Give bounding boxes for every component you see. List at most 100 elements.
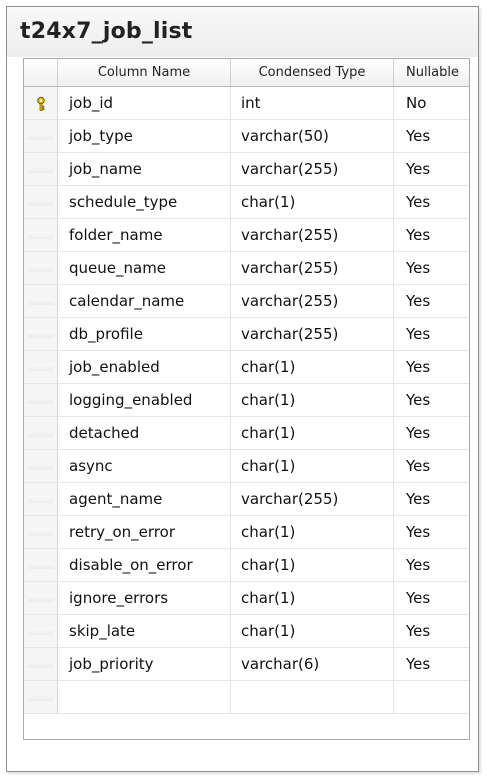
- column-name-cell[interactable]: db_profile: [58, 318, 231, 351]
- row-selector[interactable]: [24, 615, 58, 648]
- table-row[interactable]: db_profile varchar(255) Yes: [24, 318, 469, 351]
- column-name-cell[interactable]: job_name: [58, 153, 231, 186]
- nullable-cell[interactable]: Yes: [394, 351, 469, 384]
- row-selector[interactable]: [24, 186, 58, 219]
- table-row[interactable]: disable_on_error char(1) Yes: [24, 549, 469, 582]
- column-name-cell[interactable]: job_enabled: [58, 351, 231, 384]
- nullable-cell[interactable]: Yes: [394, 582, 469, 615]
- row-selector[interactable]: [24, 582, 58, 615]
- column-name-cell[interactable]: folder_name: [58, 219, 231, 252]
- nullable-cell[interactable]: Yes: [394, 186, 469, 219]
- column-name-cell[interactable]: async: [58, 450, 231, 483]
- column-name-cell[interactable]: skip_late: [58, 615, 231, 648]
- header-column-name[interactable]: Column Name: [58, 59, 231, 86]
- condensed-type-cell[interactable]: char(1): [231, 450, 394, 483]
- row-selector[interactable]: [24, 384, 58, 417]
- table-row[interactable]: job_name varchar(255) Yes: [24, 153, 469, 186]
- table-row[interactable]: calendar_name varchar(255) Yes: [24, 285, 469, 318]
- row-selector[interactable]: [24, 681, 58, 714]
- table-row[interactable]: job_type varchar(50) Yes: [24, 120, 469, 153]
- nullable-cell[interactable]: Yes: [394, 384, 469, 417]
- column-name-cell[interactable]: retry_on_error: [58, 516, 231, 549]
- nullable-cell[interactable]: Yes: [394, 417, 469, 450]
- nullable-cell[interactable]: Yes: [394, 648, 469, 681]
- table-row[interactable]: schedule_type char(1) Yes: [24, 186, 469, 219]
- table-row[interactable]: queue_name varchar(255) Yes: [24, 252, 469, 285]
- condensed-type-cell[interactable]: char(1): [231, 384, 394, 417]
- header-nullable[interactable]: Nullable: [394, 59, 469, 86]
- nullable-cell[interactable]: Yes: [394, 483, 469, 516]
- nullable-cell[interactable]: Yes: [394, 219, 469, 252]
- table-row[interactable]: job_enabled char(1) Yes: [24, 351, 469, 384]
- nullable-cell[interactable]: Yes: [394, 615, 469, 648]
- condensed-type-cell[interactable]: [231, 681, 394, 714]
- nullable-cell[interactable]: Yes: [394, 153, 469, 186]
- row-selector[interactable]: [24, 417, 58, 450]
- nullable-cell[interactable]: [394, 681, 469, 714]
- row-selector[interactable]: [24, 87, 58, 120]
- nullable-cell[interactable]: Yes: [394, 450, 469, 483]
- column-name-cell[interactable]: schedule_type: [58, 186, 231, 219]
- condensed-type-cell[interactable]: varchar(50): [231, 120, 394, 153]
- nullable-cell[interactable]: Yes: [394, 318, 469, 351]
- condensed-type-cell[interactable]: varchar(6): [231, 648, 394, 681]
- condensed-type-cell[interactable]: char(1): [231, 351, 394, 384]
- condensed-type-cell[interactable]: char(1): [231, 516, 394, 549]
- nullable-cell[interactable]: Yes: [394, 285, 469, 318]
- column-name-cell[interactable]: agent_name: [58, 483, 231, 516]
- row-selector[interactable]: [24, 450, 58, 483]
- row-selector[interactable]: [24, 285, 58, 318]
- row-selector[interactable]: [24, 483, 58, 516]
- column-name-cell[interactable]: [58, 681, 231, 714]
- table-row[interactable]: retry_on_error char(1) Yes: [24, 516, 469, 549]
- row-selector[interactable]: [24, 516, 58, 549]
- table-window[interactable]: t24x7_job_list Column Name Condensed Typ…: [6, 6, 479, 772]
- table-row[interactable]: agent_name varchar(255) Yes: [24, 483, 469, 516]
- table-row[interactable]: job_priority varchar(6) Yes: [24, 648, 469, 681]
- table-row[interactable]: [24, 681, 469, 714]
- row-selector[interactable]: [24, 648, 58, 681]
- table-row[interactable]: skip_late char(1) Yes: [24, 615, 469, 648]
- column-name-cell[interactable]: job_id: [58, 87, 231, 120]
- column-name-cell[interactable]: ignore_errors: [58, 582, 231, 615]
- column-name-cell[interactable]: disable_on_error: [58, 549, 231, 582]
- row-selector[interactable]: [24, 549, 58, 582]
- row-selector[interactable]: [24, 153, 58, 186]
- condensed-type-cell[interactable]: varchar(255): [231, 483, 394, 516]
- nullable-cell[interactable]: No: [394, 87, 469, 120]
- header-condensed-type[interactable]: Condensed Type: [231, 59, 394, 86]
- condensed-type-cell[interactable]: varchar(255): [231, 318, 394, 351]
- nullable-cell[interactable]: Yes: [394, 252, 469, 285]
- condensed-type-cell[interactable]: int: [231, 87, 394, 120]
- table-title-bar[interactable]: t24x7_job_list: [7, 7, 478, 57]
- condensed-type-cell[interactable]: varchar(255): [231, 252, 394, 285]
- condensed-type-cell[interactable]: char(1): [231, 417, 394, 450]
- condensed-type-cell[interactable]: char(1): [231, 615, 394, 648]
- condensed-type-cell[interactable]: char(1): [231, 582, 394, 615]
- table-row[interactable]: folder_name varchar(255) Yes: [24, 219, 469, 252]
- condensed-type-cell[interactable]: varchar(255): [231, 219, 394, 252]
- row-selector[interactable]: [24, 252, 58, 285]
- column-name-cell[interactable]: job_type: [58, 120, 231, 153]
- nullable-cell[interactable]: Yes: [394, 120, 469, 153]
- column-name-cell[interactable]: queue_name: [58, 252, 231, 285]
- column-name-cell[interactable]: logging_enabled: [58, 384, 231, 417]
- nullable-cell[interactable]: Yes: [394, 516, 469, 549]
- condensed-type-cell[interactable]: varchar(255): [231, 285, 394, 318]
- column-name-cell[interactable]: detached: [58, 417, 231, 450]
- condensed-type-cell[interactable]: char(1): [231, 549, 394, 582]
- condensed-type-cell[interactable]: varchar(255): [231, 153, 394, 186]
- row-selector[interactable]: [24, 318, 58, 351]
- column-name-cell[interactable]: calendar_name: [58, 285, 231, 318]
- row-selector[interactable]: [24, 120, 58, 153]
- table-row[interactable]: detached char(1) Yes: [24, 417, 469, 450]
- nullable-cell[interactable]: Yes: [394, 549, 469, 582]
- table-row[interactable]: logging_enabled char(1) Yes: [24, 384, 469, 417]
- table-row[interactable]: job_id int No: [24, 87, 469, 120]
- condensed-type-cell[interactable]: char(1): [231, 186, 394, 219]
- row-selector[interactable]: [24, 351, 58, 384]
- row-selector[interactable]: [24, 219, 58, 252]
- column-name-cell[interactable]: job_priority: [58, 648, 231, 681]
- table-row[interactable]: ignore_errors char(1) Yes: [24, 582, 469, 615]
- table-row[interactable]: async char(1) Yes: [24, 450, 469, 483]
